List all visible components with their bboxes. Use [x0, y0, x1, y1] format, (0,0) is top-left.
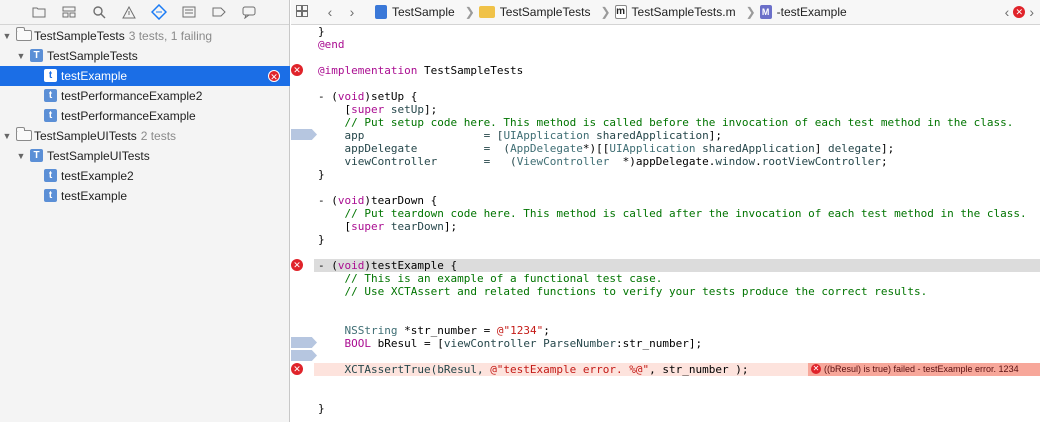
jump-method-label: -testExample	[776, 5, 847, 19]
code-line: [super tearDown];	[318, 220, 458, 233]
tree-item-label: testExample	[61, 69, 128, 83]
code-line: // This is an example of a functional te…	[318, 272, 663, 285]
tree-item-testperformanceexample[interactable]: t testPerformanceExample	[0, 106, 290, 126]
jump-file[interactable]: m TestSampleTests.m	[614, 5, 736, 19]
code-line: }	[318, 233, 325, 246]
disclosure-down-icon[interactable]: ▼	[2, 126, 12, 146]
code-line: app = [UIApplication sharedApplication];	[318, 129, 722, 142]
chevron-right-icon: ❯	[464, 5, 475, 19]
tree-item-testexample-ui[interactable]: t testExample	[0, 186, 290, 206]
test-method-icon: t	[44, 69, 57, 82]
search-icon[interactable]	[84, 2, 114, 22]
forward-chevron-icon[interactable]: ›	[341, 4, 363, 20]
error-marker-icon[interactable]: ✕	[291, 64, 303, 76]
tree-item-label: testPerformanceExample	[61, 109, 196, 123]
chevron-right-icon: ❯	[600, 5, 611, 19]
jump-group-label: TestSampleTests	[499, 5, 591, 19]
test-method-icon: t	[44, 189, 57, 202]
code-line: // Put teardown code here. This method i…	[318, 207, 1027, 220]
test-method-icon: t	[44, 169, 57, 182]
breakpoint-icon[interactable]	[291, 129, 317, 140]
folder-icon[interactable]	[24, 2, 54, 22]
tree-item-label: testExample	[61, 189, 128, 203]
tree-item-label: TestSampleTests	[47, 49, 138, 63]
code-line: }	[318, 25, 325, 38]
issue-navigator: ‹ ✕ ›	[1005, 4, 1034, 20]
error-marker-icon[interactable]: ✕	[291, 259, 303, 271]
test-class-icon: T	[30, 149, 43, 162]
code-line: }	[318, 168, 325, 181]
comment-icon[interactable]	[234, 2, 264, 22]
code-line: // Put setup code here. This method is c…	[318, 116, 1014, 129]
error-icon[interactable]: ✕	[1013, 6, 1026, 18]
code-line: @implementation TestSampleTests	[318, 64, 524, 77]
hierarchy-icon[interactable]	[54, 2, 84, 22]
tree-item-testperformanceexample2[interactable]: t testPerformanceExample2	[0, 86, 290, 106]
back-chevron-icon[interactable]: ‹	[319, 4, 341, 20]
tag-icon[interactable]	[204, 2, 234, 22]
jump-method[interactable]: M -testExample	[759, 5, 847, 19]
folder-icon	[16, 127, 32, 141]
project-icon	[375, 5, 387, 19]
jump-group[interactable]: TestSampleTests	[478, 5, 591, 19]
code-line: - (void)setUp {	[318, 90, 418, 103]
code-line-current: - (void)testExample {	[314, 259, 1040, 272]
test-count: 2 tests	[140, 129, 177, 143]
tree-item-testexample2[interactable]: t testExample2	[0, 166, 290, 186]
jump-project[interactable]: TestSample	[375, 5, 455, 19]
disclosure-down-icon[interactable]: ▼	[2, 26, 12, 46]
folder-icon	[478, 6, 495, 18]
folder-icon	[16, 27, 32, 41]
test-navigator: ▼ TestSampleTests 3 tests, 1 failing ▼ T …	[0, 0, 290, 422]
tree-item-label: TestSampleUITests	[47, 149, 150, 163]
jump-bar: ‹ › TestSample ❯ TestSampleTests ❯ m Tes…	[291, 0, 1040, 25]
next-issue-icon[interactable]: ›	[1029, 4, 1034, 20]
related-items-icon[interactable]	[291, 4, 313, 20]
breakpoint-list-icon[interactable]	[174, 2, 204, 22]
breakpoint-icon[interactable]	[291, 337, 317, 348]
jump-file-label: TestSampleTests.m	[631, 5, 736, 19]
test-diamond-icon[interactable]	[144, 2, 174, 22]
tree-item-label: testExample2	[61, 169, 134, 183]
code-line: - (void)tearDown {	[318, 194, 438, 207]
jump-project-label: TestSample	[392, 5, 455, 19]
test-class-icon: T	[30, 49, 43, 62]
test-failed-icon[interactable]: ✕	[268, 70, 280, 82]
code-line: // Use XCTAssert and related functions t…	[318, 285, 928, 298]
inline-error-message[interactable]: ✕ ((bResul) is true) failed - testExampl…	[808, 363, 1040, 376]
test-tree: ▼ TestSampleTests 3 tests, 1 failing ▼ T …	[0, 26, 290, 206]
test-method-icon: t	[44, 109, 57, 122]
test-method-icon: t	[44, 89, 57, 102]
prev-issue-icon[interactable]: ‹	[1005, 4, 1010, 20]
tree-item-testsampletests-class[interactable]: ▼ T TestSampleTests	[0, 46, 290, 66]
method-icon: M	[759, 5, 772, 19]
inline-error-text: ((bResul) is true) failed - testExample …	[824, 364, 1019, 374]
objc-file-icon: m	[614, 5, 627, 19]
tree-item-testexample-selected[interactable]: t testExample ✕	[0, 66, 290, 86]
error-icon: ✕	[811, 364, 821, 374]
breakpoint-icon[interactable]	[291, 350, 317, 361]
tree-item-label: TestSampleTests	[34, 29, 125, 43]
chevron-right-icon: ❯	[745, 5, 756, 19]
tree-item-testsampleuitests-class[interactable]: ▼ T TestSampleUITests	[0, 146, 290, 166]
warning-icon[interactable]	[114, 2, 144, 22]
code-line: NSString *str_number = @"1234";	[318, 324, 550, 337]
disclosure-down-icon[interactable]: ▼	[16, 146, 26, 166]
code-line: appDelegate = (AppDelegate*)[[UIApplicat…	[318, 142, 895, 155]
error-marker-icon[interactable]: ✕	[291, 363, 303, 375]
disclosure-down-icon[interactable]: ▼	[16, 46, 26, 66]
navigator-toolbar	[0, 0, 289, 25]
code-line: }	[318, 402, 325, 415]
code-line: BOOL bResul = [viewController ParseNumbe…	[318, 337, 703, 350]
code-line: @end	[318, 38, 345, 51]
tree-item-label: testPerformanceExample2	[61, 89, 203, 103]
tree-item-testsampletests-target[interactable]: ▼ TestSampleTests 3 tests, 1 failing	[0, 26, 290, 46]
tree-item-label: TestSampleUITests	[34, 129, 137, 143]
test-count: 3 tests, 1 failing	[128, 29, 213, 43]
code-line: [super setUp];	[318, 103, 438, 116]
code-line: viewController = (ViewController *)appDe…	[318, 155, 888, 168]
tree-item-testsampleuitests-target[interactable]: ▼ TestSampleUITests 2 tests	[0, 126, 290, 146]
